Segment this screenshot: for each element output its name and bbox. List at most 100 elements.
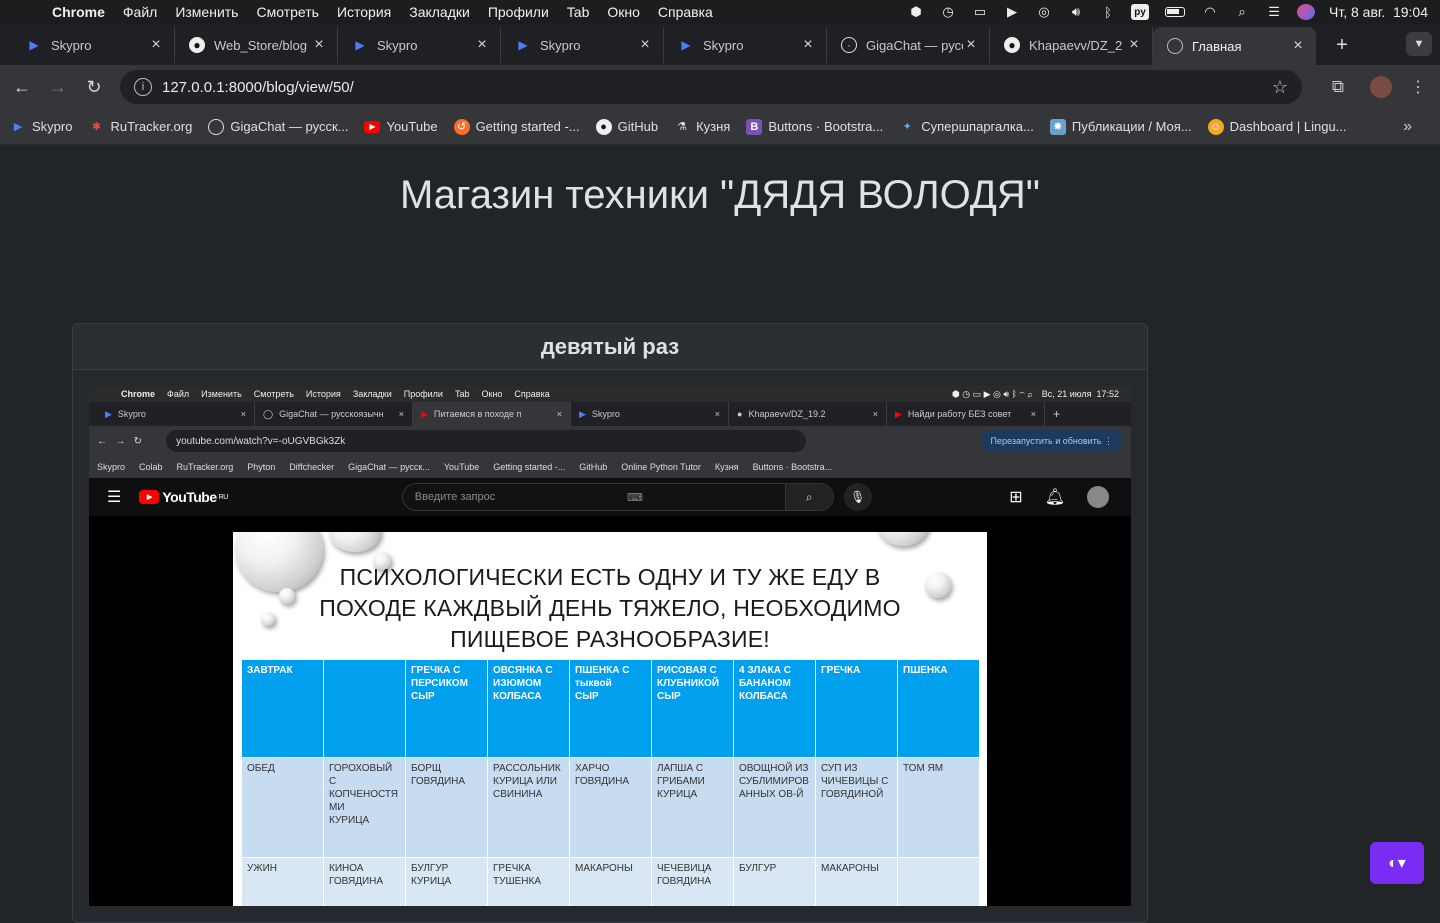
bookmark-kuznya[interactable]: ⚗ Кузня (674, 119, 730, 135)
time-machine-icon[interactable]: ◷ (939, 4, 957, 20)
inner-tab-title: Найди работу БЕЗ совет (907, 409, 1012, 419)
close-tab-icon[interactable]: × (311, 36, 327, 54)
bookmark-star-icon[interactable]: ☆ (1272, 77, 1288, 98)
menu-window[interactable]: Окно (598, 4, 649, 20)
table-cell: РИСОВАЯ С КЛУБНИКОЙ СЫР (651, 659, 734, 758)
menu-file[interactable]: Файл (114, 4, 166, 20)
wifi-icon[interactable]: ◠ (1201, 4, 1219, 20)
bookmark-dashboard-lingualeo[interactable]: ☺ Dashboard | Lingu... (1207, 118, 1347, 135)
forward-button[interactable]: → (40, 69, 76, 105)
close-tab-icon: × (556, 409, 562, 419)
menu-app-chrome[interactable]: Chrome (36, 4, 114, 20)
inner-tab: ◯ GigaChat — русскоязычн × (255, 402, 413, 426)
table-cell: ПШЕНКА С тыквой СЫР (569, 659, 652, 758)
menu-tab[interactable]: Tab (558, 4, 599, 20)
more-menu-icon[interactable]: ⋮ (1410, 77, 1426, 97)
inner-update-button: Перезапустить и обновить ⋮ (980, 430, 1123, 452)
bookmark-getting-started[interactable]: ↺ Getting started -... (453, 118, 580, 135)
tab-gigachat[interactable]: · GigaChat — русс × (827, 27, 990, 63)
profile-avatar[interactable] (1370, 76, 1392, 98)
microphone-icon: 🎙︎ (843, 483, 872, 511)
close-tab-icon[interactable]: × (148, 36, 164, 54)
youtube-header: ☰ ▶ YouTube RU Введите запрос ⌨ ⌕ 🎙︎ ⊞ 🔔︎ (89, 478, 1131, 516)
bookmark-gigachat[interactable]: GigaChat — русск... (208, 118, 348, 135)
spotlight-search-icon[interactable]: ⌕ (1233, 4, 1251, 20)
video-frame: ПСИХОЛОГИЧЕСКИ ЕСТЬ ОДНУ И ТУ ЖЕ ЕДУ В П… (233, 532, 987, 906)
youtube-region: RU (218, 493, 229, 501)
bookmark-github[interactable]: ● GitHub (595, 118, 658, 135)
close-tab-icon: × (240, 409, 246, 419)
gitlab-icon: ↺ (453, 118, 470, 135)
github-icon: ● (595, 118, 612, 135)
bookmark-publikatsii[interactable]: ✸ Публикации / Моя... (1049, 118, 1192, 135)
close-tab-icon[interactable]: × (1126, 36, 1142, 54)
back-button[interactable]: ← (4, 69, 40, 105)
site-info-icon[interactable]: i (134, 78, 152, 96)
new-tab-button[interactable]: + (1324, 27, 1360, 63)
play-icon[interactable]: ▶ (1003, 4, 1021, 20)
apple-icon[interactable] (18, 4, 36, 20)
skypro-icon: ▶ (13, 121, 23, 133)
volume-icon[interactable]: 🔊︎ (1067, 4, 1085, 20)
extensions-icon[interactable]: ⧉ (1332, 77, 1344, 97)
inner-tab-title: Skypro (117, 409, 146, 419)
water-drop-decoration (329, 532, 381, 552)
control-center-icon[interactable]: ☰ (1265, 4, 1283, 20)
vpn-icon[interactable]: ⬢ (907, 4, 925, 20)
bookmark-skypro[interactable]: ▶ Skypro (10, 119, 73, 135)
table-cell: ЧЕЧЕВИЦА ГОВЯДИНА (651, 857, 734, 906)
menu-help[interactable]: Справка (649, 4, 722, 20)
inner-menubar: Chrome Файл Изменить Смотреть История За… (89, 386, 1131, 402)
youtube-search-box: Введите запрос ⌨ ⌕ (401, 483, 834, 511)
theme-toggle-button[interactable]: ◐▾ (1370, 842, 1424, 884)
bookmark-rutracker[interactable]: ✱ RuTracker.org (88, 119, 193, 135)
input-source-icon[interactable]: ру (1131, 4, 1150, 20)
battery-icon[interactable] (1163, 4, 1187, 20)
menu-history[interactable]: История (328, 4, 400, 20)
inner-menu-item: История (305, 389, 341, 399)
menu-view[interactable]: Смотреть (247, 4, 327, 20)
table-cell (897, 857, 980, 906)
bookmark-youtube[interactable]: ▶ YouTube (364, 119, 438, 134)
menu-profiles[interactable]: Профили (479, 4, 558, 20)
bookmark-bootstrap-buttons[interactable]: B Buttons · Bootstra... (746, 118, 883, 135)
inner-bookmark: Diffchecker (289, 462, 335, 472)
menubar-clock[interactable]: Чт, 8 авг. 19:04 (1329, 4, 1428, 20)
inner-nav-icons: ← → ↻ (97, 435, 143, 447)
tab-skypro-2[interactable]: ▶ Skypro × (338, 27, 501, 63)
inner-menu-item: Файл (167, 389, 190, 399)
airplay-icon[interactable]: ◎ (1035, 4, 1053, 20)
tab-skypro-3[interactable]: ▶ Skypro × (501, 27, 664, 63)
bookmark-supershpargalka[interactable]: ✦ Супершпаргалка... (899, 119, 1034, 135)
close-tab-icon[interactable]: × (800, 36, 816, 54)
reload-button[interactable]: ↻ (76, 69, 112, 105)
video-title-line: ПОХОДЕ КАЖДВЫЙ ДЕНЬ ТЯЖЕЛО, НЕОБХОДИМО (319, 595, 901, 621)
tab-glavnaya[interactable]: Главная × (1153, 27, 1316, 65)
inner-bookmark: GigaChat — русск... (348, 462, 430, 472)
tab-search-button[interactable]: ▼ (1406, 32, 1432, 56)
more-bookmarks-icon[interactable]: » (1403, 118, 1412, 136)
inner-tab-title: Skypro (591, 409, 620, 419)
table-cell: 4 ЗЛАКА С БАНАНОМ КОЛБАСА (733, 659, 816, 758)
inner-new-tab-icon: + (1053, 407, 1061, 421)
close-tab-icon[interactable]: × (637, 36, 653, 54)
menu-edit[interactable]: Изменить (166, 4, 247, 20)
url-text[interactable]: 127.0.0.1:8000/blog/view/50/ (162, 79, 354, 96)
tab-skypro-1[interactable]: ▶ Skypro × (12, 27, 175, 63)
close-tab-icon[interactable]: × (963, 36, 979, 54)
inner-tab: ▶ Найди работу БЕЗ совет × (887, 402, 1045, 426)
tab-web-store-blog[interactable]: ● Web_Store/blog × (175, 27, 338, 63)
menu-bookmarks[interactable]: Закладки (400, 4, 479, 20)
address-bar[interactable]: i 127.0.0.1:8000/blog/view/50/ ☆ (120, 70, 1302, 104)
bluetooth-icon[interactable]: ᛒ (1099, 4, 1117, 20)
close-tab-icon[interactable]: × (474, 36, 490, 54)
close-tab-icon[interactable]: × (1290, 37, 1306, 55)
table-cell: БУЛГУР (733, 857, 816, 906)
inner-bookmark: YouTube (443, 462, 480, 472)
tab-khapaevv-dz[interactable]: ● Khapaevv/DZ_2 × (990, 27, 1153, 63)
tab-skypro-4[interactable]: ▶ Skypro × (664, 27, 827, 63)
youtube-logo-text: YouTube (162, 489, 217, 505)
youtube-icon: ▶ (895, 408, 902, 419)
siri-icon[interactable] (1297, 4, 1316, 20)
screen-mirror-icon[interactable]: ▭ (971, 4, 989, 20)
